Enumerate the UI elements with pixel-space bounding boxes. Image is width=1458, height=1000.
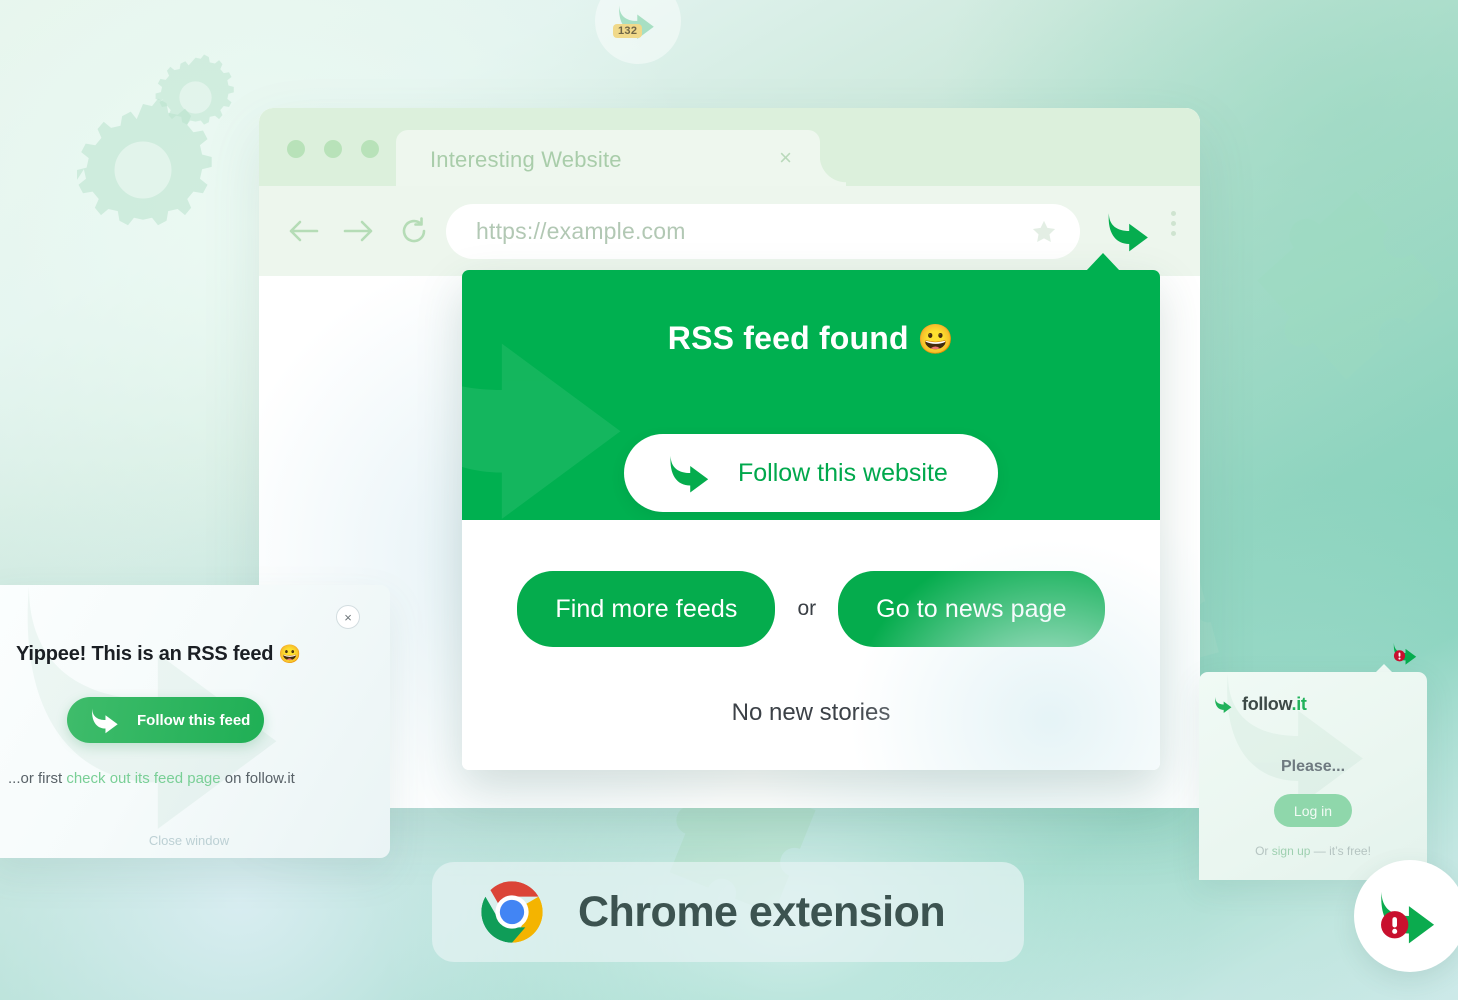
feed-page-hint: ...or first check out its feed page on f… (8, 770, 295, 787)
puzzle-piece-right-icon (1257, 191, 1438, 380)
sign-up-hint: Or sign up — it’s free! (1199, 844, 1427, 858)
no-new-stories-label: No new stories (731, 699, 891, 726)
feed-page-hint-suffix: on follow.it (220, 770, 295, 787)
popup-pointer (1086, 253, 1120, 271)
sign-up-hint-suffix: — it’s free! (1310, 844, 1371, 858)
close-icon[interactable]: × (779, 147, 792, 169)
floating-follow-badge[interactable] (1354, 860, 1458, 972)
followit-logo-text: follow.it (1242, 694, 1307, 715)
rss-feed-card: × Yippee! This is an RSS feed 😀 Follow t… (0, 585, 390, 858)
extension-popup: RSS feed found 😀 Follow this website Fin… (462, 253, 1160, 770)
reload-icon[interactable] (399, 216, 429, 246)
top-follow-badge: 132 (595, 0, 681, 64)
grinning-face-emoji: 😀 (917, 324, 955, 356)
gear-small-icon (155, 54, 234, 125)
popup-body: Find more feeds or Go to news page No ne… (462, 520, 1160, 770)
popup-header: RSS feed found 😀 Follow this website (462, 270, 1160, 520)
star-icon[interactable] (1030, 218, 1058, 251)
rss-feed-card-title-text: Yippee! This is an RSS feed (16, 643, 274, 665)
feed-page-hint-prefix: ...or first (8, 770, 67, 787)
followit-login-panel: follow.it Please... Log in Or sign up — … (1199, 672, 1427, 880)
or-separator-label: or (797, 597, 817, 620)
browser-tabstrip: Interesting Website × (259, 108, 1200, 186)
close-icon[interactable]: × (336, 605, 360, 629)
follow-this-website-button[interactable]: Follow this website (624, 434, 998, 512)
follow-it-arrow-icon-with-alert[interactable] (1389, 640, 1423, 666)
address-bar[interactable]: https://example.com (446, 204, 1080, 259)
find-more-feeds-button[interactable]: Find more feeds (517, 571, 776, 647)
popup-action-row: Find more feeds or Go to news page (462, 520, 1160, 647)
followit-logo-word: follow (1242, 694, 1292, 714)
kebab-menu-icon[interactable] (1171, 211, 1176, 236)
chrome-logo-icon (481, 881, 543, 943)
address-bar-url: https://example.com (476, 218, 686, 244)
check-out-feed-page-link[interactable]: check out its feed page (66, 770, 220, 787)
window-dot-close[interactable] (287, 140, 305, 158)
sign-up-link[interactable]: sign up (1272, 844, 1311, 858)
gear-large-icon (77, 98, 212, 226)
popup-title: RSS feed found 😀 (462, 270, 1160, 357)
go-to-news-page-button[interactable]: Go to news page (838, 571, 1105, 647)
window-dot-minimize[interactable] (324, 140, 342, 158)
close-window-link[interactable]: Close window (0, 833, 390, 848)
follow-it-arrow-icon (670, 455, 709, 493)
follow-this-feed-label: Follow this feed (137, 711, 251, 729)
popup-title-text: RSS feed found (667, 320, 909, 356)
follow-it-extension-icon[interactable] (1104, 208, 1156, 259)
followit-logo-tld: it (1296, 694, 1307, 714)
follow-this-website-label: Follow this website (738, 458, 948, 487)
grinning-face-emoji: 😀 (278, 644, 301, 664)
chrome-extension-banner: Chrome extension (432, 862, 1024, 962)
followit-logo: follow.it (1213, 694, 1307, 715)
follow-it-arrow-icon (92, 708, 118, 734)
follow-it-arrow-icon (1215, 697, 1232, 713)
rss-feed-card-title: Yippee! This is an RSS feed 😀 (16, 643, 301, 666)
follow-it-arrow-icon (1381, 891, 1435, 944)
please-label: Please... (1280, 758, 1346, 775)
arrow-right-icon[interactable] (343, 218, 375, 244)
follow-this-feed-button[interactable]: Follow this feed (67, 697, 264, 743)
arrow-left-icon[interactable] (287, 218, 319, 244)
log-in-button[interactable]: Log in (1274, 794, 1352, 827)
browser-tab[interactable]: Interesting Website × (396, 130, 820, 186)
window-controls (287, 140, 379, 158)
browser-toolbar: https://example.com (259, 186, 1200, 276)
window-dot-maximize[interactable] (361, 140, 379, 158)
chrome-extension-label: Chrome extension (578, 887, 946, 936)
sign-up-hint-prefix: Or (1255, 844, 1272, 858)
browser-tab-title: Interesting Website (430, 147, 622, 172)
top-follow-badge-count: 132 (613, 24, 643, 38)
page-root: 132 Interesting Website × https://exampl… (0, 0, 1458, 1000)
